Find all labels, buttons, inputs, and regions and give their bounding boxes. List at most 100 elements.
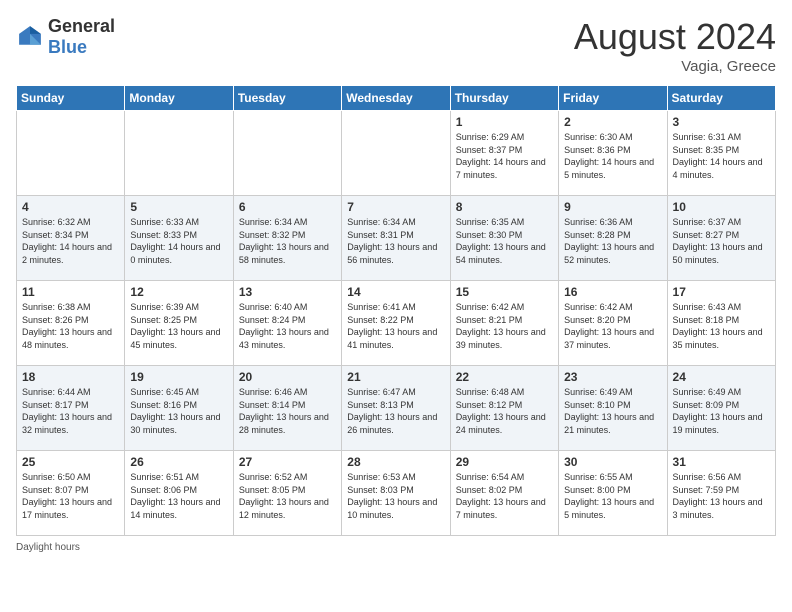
logo-icon xyxy=(16,23,44,51)
weekday-header-cell: Thursday xyxy=(450,86,558,111)
day-info: Sunrise: 6:31 AM Sunset: 8:35 PM Dayligh… xyxy=(673,131,770,181)
day-info: Sunrise: 6:39 AM Sunset: 8:25 PM Dayligh… xyxy=(130,301,227,351)
day-number: 18 xyxy=(22,370,119,384)
day-number: 22 xyxy=(456,370,553,384)
weekday-header-cell: Wednesday xyxy=(342,86,450,111)
day-number: 20 xyxy=(239,370,336,384)
calendar-week-row: 11 Sunrise: 6:38 AM Sunset: 8:26 PM Dayli… xyxy=(17,281,776,366)
day-info: Sunrise: 6:56 AM Sunset: 7:59 PM Dayligh… xyxy=(673,471,770,521)
calendar-day-cell: 25Sunrise: 6:50 AM Sunset: 8:07 PM Dayli… xyxy=(17,451,125,536)
calendar-day-cell: 22 Sunrise: 6:48 AM Sunset: 8:12 PM Dayli… xyxy=(450,366,558,451)
calendar-day-cell: 18Sunrise: 6:44 AM Sunset: 8:17 PM Dayli… xyxy=(17,366,125,451)
calendar-day-cell xyxy=(342,111,450,196)
calendar-day-cell: 20 Sunrise: 6:46 AM Sunset: 8:14 PM Dayli… xyxy=(233,366,341,451)
month-title: August 2024 xyxy=(574,16,776,58)
day-info: Sunrise: 6:48 AM Sunset: 8:12 PM Dayligh… xyxy=(456,386,553,436)
calendar-week-row: 18Sunrise: 6:44 AM Sunset: 8:17 PM Dayli… xyxy=(17,366,776,451)
calendar-day-cell: 1Sunrise: 6:29 AM Sunset: 8:37 PM Daylig… xyxy=(450,111,558,196)
day-number: 21 xyxy=(347,370,444,384)
calendar-day-cell: 9 Sunrise: 6:36 AM Sunset: 8:28 PM Daylig… xyxy=(559,196,667,281)
logo-blue: Blue xyxy=(48,37,87,57)
calendar-week-row: 25Sunrise: 6:50 AM Sunset: 8:07 PM Dayli… xyxy=(17,451,776,536)
day-number: 30 xyxy=(564,455,661,469)
day-number: 27 xyxy=(239,455,336,469)
day-number: 15 xyxy=(456,285,553,299)
day-info: Sunrise: 6:53 AM Sunset: 8:03 PM Dayligh… xyxy=(347,471,444,521)
weekday-header-cell: Sunday xyxy=(17,86,125,111)
day-number: 1 xyxy=(456,115,553,129)
calendar-day-cell: 30 Sunrise: 6:55 AM Sunset: 8:00 PM Dayli… xyxy=(559,451,667,536)
day-info: Sunrise: 6:55 AM Sunset: 8:00 PM Dayligh… xyxy=(564,471,661,521)
day-info: Sunrise: 6:46 AM Sunset: 8:14 PM Dayligh… xyxy=(239,386,336,436)
weekday-header-cell: Saturday xyxy=(667,86,775,111)
page-header: General Blue August 2024 Vagia, Greece xyxy=(16,16,776,75)
day-info: Sunrise: 6:42 AM Sunset: 8:21 PM Dayligh… xyxy=(456,301,553,351)
weekday-header-cell: Monday xyxy=(125,86,233,111)
day-number: 25 xyxy=(22,455,119,469)
day-info: Sunrise: 6:37 AM Sunset: 8:27 PM Dayligh… xyxy=(673,216,770,266)
day-number: 31 xyxy=(673,455,770,469)
calendar-body: 1Sunrise: 6:29 AM Sunset: 8:37 PM Daylig… xyxy=(17,111,776,536)
calendar-day-cell: 13Sunrise: 6:40 AM Sunset: 8:24 PM Dayli… xyxy=(233,281,341,366)
day-info: Sunrise: 6:35 AM Sunset: 8:30 PM Dayligh… xyxy=(456,216,553,266)
day-number: 2 xyxy=(564,115,661,129)
calendar-day-cell: 17Sunrise: 6:43 AM Sunset: 8:18 PM Dayli… xyxy=(667,281,775,366)
day-info: Sunrise: 6:34 AM Sunset: 8:31 PM Dayligh… xyxy=(347,216,444,266)
day-info: Sunrise: 6:36 AM Sunset: 8:28 PM Dayligh… xyxy=(564,216,661,266)
day-number: 11 xyxy=(22,285,119,299)
calendar-day-cell xyxy=(17,111,125,196)
calendar-day-cell: 4 Sunrise: 6:32 AM Sunset: 8:34 PM Daylig… xyxy=(17,196,125,281)
location-title: Vagia, Greece xyxy=(574,58,776,75)
footer-note: Daylight hours xyxy=(16,542,776,553)
day-number: 24 xyxy=(673,370,770,384)
day-number: 14 xyxy=(347,285,444,299)
day-number: 3 xyxy=(673,115,770,129)
logo-general: General xyxy=(48,16,115,36)
calendar-day-cell: 11 Sunrise: 6:38 AM Sunset: 8:26 PM Dayli… xyxy=(17,281,125,366)
weekday-header-cell: Friday xyxy=(559,86,667,111)
calendar-day-cell: 10Sunrise: 6:37 AM Sunset: 8:27 PM Dayli… xyxy=(667,196,775,281)
calendar-day-cell: 14 Sunrise: 6:41 AM Sunset: 8:22 PM Dayli… xyxy=(342,281,450,366)
calendar-day-cell: 19Sunrise: 6:45 AM Sunset: 8:16 PM Dayli… xyxy=(125,366,233,451)
day-info: Sunrise: 6:38 AM Sunset: 8:26 PM Dayligh… xyxy=(22,301,119,351)
day-number: 8 xyxy=(456,200,553,214)
calendar-day-cell xyxy=(125,111,233,196)
day-number: 29 xyxy=(456,455,553,469)
day-info: Sunrise: 6:54 AM Sunset: 8:02 PM Dayligh… xyxy=(456,471,553,521)
calendar-day-cell: 29 Sunrise: 6:54 AM Sunset: 8:02 PM Dayli… xyxy=(450,451,558,536)
day-info: Sunrise: 6:33 AM Sunset: 8:33 PM Dayligh… xyxy=(130,216,227,266)
day-info: Sunrise: 6:32 AM Sunset: 8:34 PM Dayligh… xyxy=(22,216,119,266)
logo-text: General Blue xyxy=(48,16,115,58)
weekday-header-cell: Tuesday xyxy=(233,86,341,111)
calendar-day-cell: 6Sunrise: 6:34 AM Sunset: 8:32 PM Daylig… xyxy=(233,196,341,281)
calendar-day-cell: 26 Sunrise: 6:51 AM Sunset: 8:06 PM Dayli… xyxy=(125,451,233,536)
day-info: Sunrise: 6:43 AM Sunset: 8:18 PM Dayligh… xyxy=(673,301,770,351)
day-info: Sunrise: 6:41 AM Sunset: 8:22 PM Dayligh… xyxy=(347,301,444,351)
calendar-day-cell: 3 Sunrise: 6:31 AM Sunset: 8:35 PM Daylig… xyxy=(667,111,775,196)
calendar-day-cell: 24 Sunrise: 6:49 AM Sunset: 8:09 PM Dayli… xyxy=(667,366,775,451)
calendar-day-cell: 21 Sunrise: 6:47 AM Sunset: 8:13 PM Dayli… xyxy=(342,366,450,451)
day-number: 5 xyxy=(130,200,227,214)
calendar-day-cell: 16 Sunrise: 6:42 AM Sunset: 8:20 PM Dayli… xyxy=(559,281,667,366)
day-number: 4 xyxy=(22,200,119,214)
logo: General Blue xyxy=(16,16,115,58)
day-number: 26 xyxy=(130,455,227,469)
day-info: Sunrise: 6:49 AM Sunset: 8:09 PM Dayligh… xyxy=(673,386,770,436)
calendar-day-cell: 5 Sunrise: 6:33 AM Sunset: 8:33 PM Daylig… xyxy=(125,196,233,281)
day-info: Sunrise: 6:47 AM Sunset: 8:13 PM Dayligh… xyxy=(347,386,444,436)
calendar-day-cell: 7 Sunrise: 6:34 AM Sunset: 8:31 PM Daylig… xyxy=(342,196,450,281)
day-number: 7 xyxy=(347,200,444,214)
calendar-day-cell: 8 Sunrise: 6:35 AM Sunset: 8:30 PM Daylig… xyxy=(450,196,558,281)
day-number: 16 xyxy=(564,285,661,299)
calendar-week-row: 1Sunrise: 6:29 AM Sunset: 8:37 PM Daylig… xyxy=(17,111,776,196)
day-number: 9 xyxy=(564,200,661,214)
calendar-day-cell: 23 Sunrise: 6:49 AM Sunset: 8:10 PM Dayli… xyxy=(559,366,667,451)
day-info: Sunrise: 6:51 AM Sunset: 8:06 PM Dayligh… xyxy=(130,471,227,521)
day-info: Sunrise: 6:49 AM Sunset: 8:10 PM Dayligh… xyxy=(564,386,661,436)
day-info: Sunrise: 6:42 AM Sunset: 8:20 PM Dayligh… xyxy=(564,301,661,351)
day-number: 28 xyxy=(347,455,444,469)
calendar-day-cell: 27 Sunrise: 6:52 AM Sunset: 8:05 PM Dayli… xyxy=(233,451,341,536)
day-info: Sunrise: 6:52 AM Sunset: 8:05 PM Dayligh… xyxy=(239,471,336,521)
day-number: 23 xyxy=(564,370,661,384)
calendar-day-cell xyxy=(233,111,341,196)
